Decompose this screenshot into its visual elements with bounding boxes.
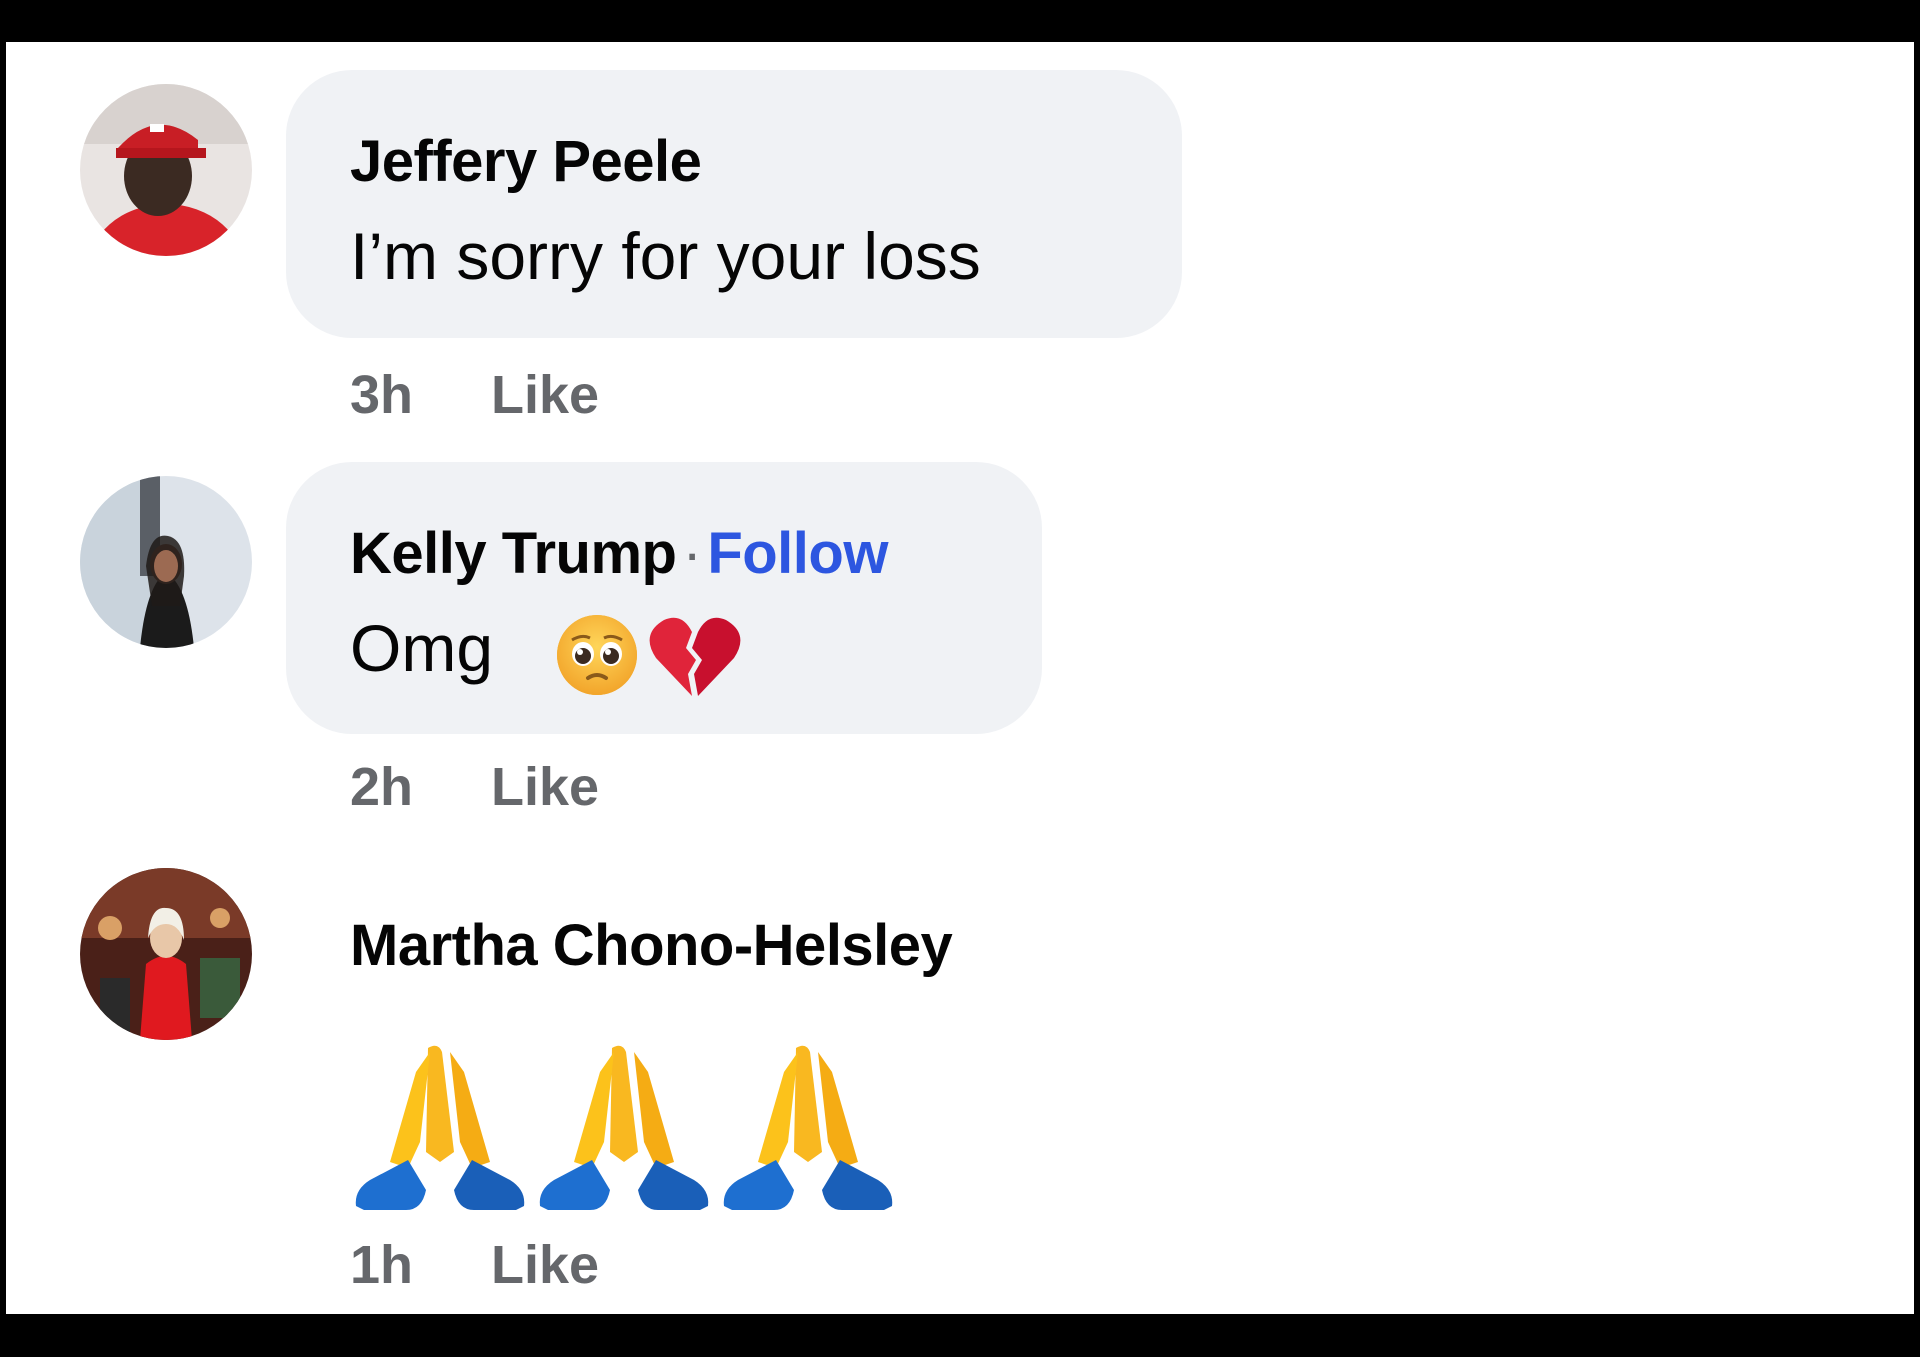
folded-hands-emoji-icon <box>350 1042 530 1221</box>
avatar[interactable] <box>80 84 252 256</box>
comment-author[interactable]: Martha Chono-Helsley <box>350 912 953 979</box>
like-button[interactable]: Like <box>491 1235 599 1295</box>
comment-timestamp[interactable]: 3h <box>350 365 413 425</box>
comment-header: Kelly Trump · Follow <box>350 520 888 587</box>
follow-button[interactable]: Follow <box>707 521 888 586</box>
comment-author[interactable]: Kelly Trump <box>350 521 677 586</box>
comment-actions: 3h Like <box>350 364 599 426</box>
comment-text: Omg <box>350 611 494 685</box>
avatar[interactable] <box>80 868 252 1040</box>
like-button[interactable]: Like <box>491 757 599 817</box>
separator-dot: · <box>682 521 702 586</box>
comment-bubble <box>286 70 1182 338</box>
folded-hands-emoji-icon <box>718 1042 898 1221</box>
folded-hands-emoji-icon <box>534 1042 714 1221</box>
comment-timestamp[interactable]: 1h <box>350 1235 413 1295</box>
comment-actions: 2h Like <box>350 756 599 818</box>
broken-heart-emoji-icon <box>646 612 742 703</box>
like-button[interactable]: Like <box>491 365 599 425</box>
comment-text: I’m sorry for your loss <box>350 219 981 293</box>
comment-actions: 1h Like <box>350 1234 599 1296</box>
profile-photo-red-dress-icon <box>80 868 252 1040</box>
comments-panel: Jeffery Peele I’m sorry for your loss 3h… <box>6 42 1914 1314</box>
pleading-face-emoji-icon <box>554 612 640 703</box>
profile-photo-woman-icon <box>80 476 252 648</box>
comment-author[interactable]: Jeffery Peele <box>350 128 702 195</box>
avatar[interactable] <box>80 476 252 648</box>
comment-timestamp[interactable]: 2h <box>350 757 413 817</box>
profile-photo-red-cap-icon <box>80 84 252 256</box>
